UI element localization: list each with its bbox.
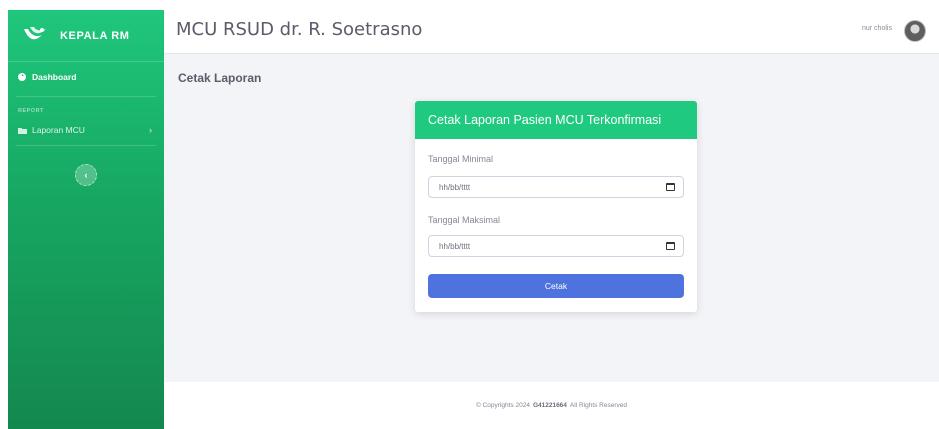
app-root: KEPALA RM ◔ Dashboard REPORT Laporan MCU…	[0, 0, 939, 429]
footer: © Copyrights 2024 G41221664 All Rights R…	[164, 382, 939, 429]
brand-logo-icon	[24, 26, 46, 39]
footer-prefix: © Copyrights 2024	[476, 402, 530, 409]
calendar-icon[interactable]	[666, 183, 675, 191]
sidebar-section-heading: REPORT	[18, 108, 44, 114]
sidebar-item-laporan-mcu[interactable]: Laporan MCU ›	[8, 119, 164, 141]
print-button[interactable]: Cetak	[428, 274, 684, 298]
max-date-label: Tanggal Maksimal	[428, 215, 501, 225]
footer-code: G41221664	[532, 402, 567, 409]
topbar: MCU RSUD dr. R. Soetrasno nur cholis	[164, 10, 939, 54]
card-title: Cetak Laporan Pasien MCU Terkonfirmasi	[415, 101, 697, 139]
dashboard-icon: ◔	[18, 73, 26, 81]
app-title: MCU RSUD dr. R. Soetrasno	[176, 19, 423, 40]
sidebar-item-label: Laporan MCU	[32, 125, 85, 135]
sidebar-toggle-wrap: ‹	[8, 146, 164, 186]
report-card: Cetak Laporan Pasien MCU Terkonfirmasi T…	[415, 101, 697, 312]
user-name[interactable]: nur cholis	[862, 25, 892, 32]
sidebar-brand[interactable]: KEPALA RM	[8, 10, 164, 62]
min-date-label: Tanggal Minimal	[428, 154, 494, 164]
avatar[interactable]	[904, 20, 926, 42]
brand-name: KEPALA RM	[60, 29, 130, 42]
min-date-field[interactable]: hh/bb/tttt	[428, 176, 684, 198]
chevron-right-icon: ›	[149, 125, 152, 135]
card-body: Tanggal Minimal hh/bb/tttt Tanggal Maksi…	[415, 139, 697, 312]
max-date-value: hh/bb/tttt	[439, 242, 471, 251]
footer-suffix: All Rights Reserved	[569, 402, 627, 409]
sidebar-item-label: Dashboard	[32, 72, 77, 82]
min-date-value: hh/bb/tttt	[439, 183, 471, 192]
main-content: Cetak Laporan Cetak Laporan Pasien MCU T…	[164, 54, 939, 382]
max-date-field[interactable]: hh/bb/tttt	[428, 235, 684, 257]
sidebar-item-dashboard[interactable]: ◔ Dashboard	[8, 62, 164, 92]
folder-icon	[18, 127, 27, 134]
page-title: Cetak Laporan	[178, 71, 262, 85]
calendar-icon[interactable]	[666, 242, 675, 250]
sidebar: KEPALA RM ◔ Dashboard REPORT Laporan MCU…	[8, 10, 164, 429]
sidebar-toggle-icon[interactable]: ‹	[75, 164, 97, 186]
